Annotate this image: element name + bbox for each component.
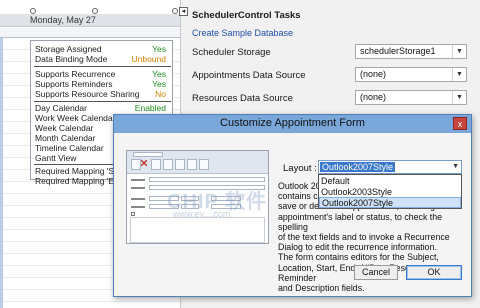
preview-ribbon (127, 151, 268, 174)
chevron-down-icon[interactable]: ▼ (452, 91, 466, 104)
layout-selected-value: Outlook2007Style (320, 162, 396, 172)
preview-location-label (131, 187, 145, 189)
status-label: Week Calendar (35, 123, 94, 133)
preview-recurrence-icon (151, 159, 161, 170)
preview-label-icon (163, 159, 173, 170)
resources-datasource-label: Resources Data Source (192, 93, 293, 104)
status-label: Required Mapping 'En (35, 176, 119, 186)
description-line: Dialog to edit the recurrence informatio… (278, 242, 437, 253)
form-preview-image: CHIP 软件 www.ev....com (126, 150, 269, 244)
dialog-titlebar[interactable]: Customize Appointment Form x (114, 115, 471, 133)
preview-start-label (131, 198, 145, 200)
status-label: Supports Resource Sharing (35, 89, 140, 99)
collapse-tasks-icon[interactable]: ◂ (179, 7, 188, 16)
status-value: Yes (152, 79, 166, 89)
chevron-down-icon[interactable]: ▼ (452, 68, 466, 81)
description-line: appointment's label or status, to check … (278, 211, 443, 232)
ok-button[interactable]: OK (406, 265, 462, 280)
status-label: Timeline Calendar (35, 143, 104, 153)
layout-dropdown-list[interactable]: Default Outlook2003Style Outlook2007Styl… (318, 174, 462, 209)
description-line: of the text fields and to invoke a Recur… (278, 232, 450, 243)
tasks-title: SchedulerControl Tasks (192, 10, 301, 21)
day-header: Monday, May 27 (0, 14, 180, 27)
status-label: Storage Assigned (35, 44, 102, 54)
layout-combo[interactable]: Outlook2007Style ▼ (318, 160, 462, 174)
status-value: No (155, 89, 166, 99)
layout-label: Layout : (283, 163, 317, 174)
appointments-datasource-combo[interactable]: (none) ▼ (355, 67, 467, 82)
appointments-datasource-value: (none) (360, 69, 387, 79)
status-label: Supports Reminders (35, 79, 113, 89)
preview-description-area (130, 217, 265, 243)
status-value: Yes (152, 44, 166, 54)
status-value: Unbound (131, 54, 166, 64)
preview-end-label (131, 206, 145, 208)
status-row: Data Binding Mode Unbound (35, 54, 170, 64)
preview-status-icon (175, 159, 185, 170)
status-label: Month Calendar (35, 133, 96, 143)
status-label: Required Mapping 'St (35, 166, 117, 176)
status-value: Yes (152, 69, 166, 79)
appointments-datasource-label: Appointments Data Source (192, 70, 306, 81)
preview-subject-field (149, 177, 265, 182)
preview-ribbon-tab (133, 152, 163, 157)
time-ruler-strip (0, 38, 3, 308)
close-icon[interactable]: x (453, 117, 467, 130)
divider (34, 66, 171, 67)
create-sample-database-link[interactable]: Create Sample Database (192, 28, 293, 38)
resources-datasource-combo[interactable]: (none) ▼ (355, 90, 467, 105)
status-row: Supports Reminders Yes (35, 79, 170, 89)
dialog-title: Customize Appointment Form (220, 117, 365, 129)
description-line: The form contains editors for the Subjec… (278, 252, 439, 263)
layout-option-default[interactable]: Default (319, 176, 461, 187)
status-label: Day Calendar (35, 103, 87, 113)
scheduler-storage-value: schedulerStorage1 (360, 46, 436, 56)
status-label: Gantt View (35, 153, 77, 163)
scheduler-storage-combo[interactable]: schedulerStorage1 ▼ (355, 44, 467, 59)
status-row: Day Calendar Enabled (35, 103, 170, 113)
preview-delete-icon (141, 160, 147, 166)
scheduler-storage-label: Scheduler Storage (192, 47, 271, 58)
all-day-area[interactable] (0, 28, 180, 38)
status-row: Supports Resource Sharing No (35, 89, 170, 99)
watermark-url: www.ev....com (173, 209, 231, 219)
status-label: Supports Recurrence (35, 69, 116, 79)
customize-appointment-form-dialog: Customize Appointment Form x CHIP 软件 www… (113, 114, 472, 297)
status-row: Supports Recurrence Yes (35, 69, 170, 79)
preview-reminder-checkbox (131, 212, 135, 216)
chevron-down-icon[interactable]: ▼ (452, 161, 459, 173)
preview-reminder-icon (199, 159, 209, 170)
day-header-date: Monday, May 27 (30, 15, 96, 25)
status-label: Work Week Calendar (35, 113, 116, 123)
status-value: Enabled (134, 103, 166, 113)
preview-spelling-icon (187, 159, 197, 170)
layout-option-outlook2007[interactable]: Outlook2007Style (319, 197, 461, 208)
dialog-body: CHIP 软件 www.ev....com Layout : Outlook 2… (114, 133, 471, 296)
status-label: Data Binding Mode (35, 54, 108, 64)
divider (34, 101, 171, 102)
description-line: and Description fields. (278, 283, 365, 294)
resources-datasource-value: (none) (360, 92, 387, 102)
chevron-down-icon[interactable]: ▼ (452, 45, 466, 58)
preview-save-icon (131, 159, 141, 170)
status-row: Storage Assigned Yes (35, 44, 170, 54)
cancel-button[interactable]: Cancel (354, 265, 398, 280)
preview-subject-label (131, 179, 145, 181)
